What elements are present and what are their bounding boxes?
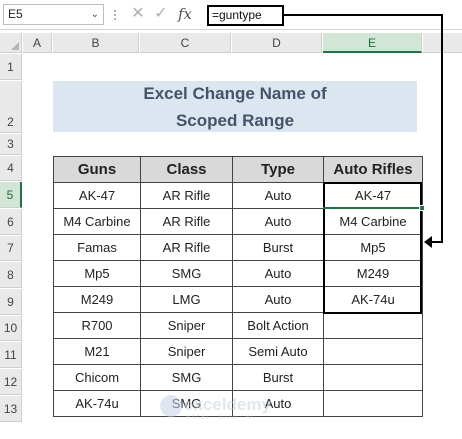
formula-text[interactable]: =guntype [207,5,284,26]
row-header-5[interactable]: 5 [0,182,22,208]
table-cell[interactable]: Auto [232,260,324,287]
table-cell[interactable]: AR Rifle [140,182,233,209]
row-header-4[interactable]: 4 [0,156,22,181]
select-all-triangle-icon [11,42,19,50]
header-guns[interactable]: Guns [53,156,141,183]
table-cell[interactable]: AR Rifle [140,234,233,261]
table-cell[interactable]: M4 Carbine [323,208,423,235]
column-header-d[interactable]: D [232,33,322,53]
table-row: Chicom SMG Burst [53,364,423,391]
table-cell[interactable] [323,364,423,391]
table-cell[interactable]: AK-47 [53,182,141,209]
fx-label: fx [178,5,193,23]
table-cell[interactable]: Auto [232,286,324,313]
name-box[interactable]: E5 ⌄ [3,4,104,25]
table-cell[interactable]: M21 [53,338,141,365]
table-cell[interactable]: LMG [140,286,233,313]
row-header-12[interactable]: 12 [0,369,22,395]
table-cell[interactable]: Bolt Action [232,312,324,339]
header-class[interactable]: Class [140,156,233,183]
table-cell[interactable]: Chicom [53,364,141,391]
table-cell[interactable]: Sniper [140,338,233,365]
arrow-head-icon [424,236,432,248]
table-row: M249 LMG Auto AK-74u [53,286,423,313]
table-cell[interactable]: Famas [53,234,141,261]
row-header-11[interactable]: 11 [0,342,22,368]
watermark-name: exceldemy [184,395,271,414]
column-header-e[interactable]: E [323,33,422,53]
enter-icon[interactable]: ✓ [151,3,171,25]
table-cell[interactable]: SMG [140,260,233,287]
table-cell[interactable]: AK-47 [323,182,423,209]
name-box-value: E5 [8,7,23,21]
title-line-2: Scoped Range [175,111,295,130]
table-header-row: Guns Class Type Auto Rifles [53,156,423,183]
table-cell[interactable]: M4 Carbine [53,208,141,235]
watermark-tagline: EXCEL · DATA · BI [186,415,254,421]
watermark: exceldemy EXCEL · DATA · BI [160,389,300,429]
row-header-6[interactable]: 6 [0,209,22,235]
table-cell[interactable] [323,338,423,365]
table-cell[interactable]: SMG [140,364,233,391]
table-cell[interactable]: Burst [232,364,324,391]
cancel-icon[interactable]: ✕ [128,3,148,25]
row-header-1[interactable]: 1 [0,54,22,80]
column-header-a[interactable]: A [23,33,52,53]
table-cell[interactable]: R700 [53,312,141,339]
drag-handle-icon[interactable] [112,8,118,22]
header-auto-rifles[interactable]: Auto Rifles [323,156,423,183]
table-row: Mp5 SMG Auto M249 [53,260,423,287]
insert-function-icon[interactable]: fx [178,3,192,25]
table-row: M21 Sniper Semi Auto [53,338,423,365]
table-cell[interactable]: Auto [232,182,324,209]
arrow-line-right [441,14,443,242]
table-cell[interactable]: Mp5 [53,260,141,287]
table-cell[interactable]: Burst [232,234,324,261]
table-cell[interactable] [323,312,423,339]
column-header-b[interactable]: B [53,33,139,53]
table-cell[interactable]: Sniper [140,312,233,339]
table-row: R700 Sniper Bolt Action [53,312,423,339]
sheet-title: Excel Change Name of Scoped Range [53,81,417,132]
fill-handle[interactable] [419,205,425,211]
table-row: Famas AR Rifle Burst Mp5 [53,234,423,261]
select-all-button[interactable] [0,33,22,53]
exceldemy-logo-icon [160,395,182,417]
table-cell[interactable]: Semi Auto [232,338,324,365]
gun-table: Guns Class Type Auto Rifles AK-47 AR Rif… [53,156,423,417]
cancel-glyph: ✕ [131,5,145,22]
table-row: M4 Carbine AR Rifle Auto M4 Carbine [53,208,423,235]
table-cell[interactable]: AK-74u [323,286,423,313]
column-header-c[interactable]: C [140,33,231,53]
row-header-10[interactable]: 10 [0,316,22,341]
table-cell[interactable]: AR Rifle [140,208,233,235]
row-header-2[interactable]: 2 [0,81,22,133]
table-cell[interactable]: M249 [323,260,423,287]
enter-glyph: ✓ [154,5,168,22]
row-header-3[interactable]: 3 [0,134,22,155]
table-cell[interactable]: Mp5 [323,234,423,261]
row-header-13[interactable]: 13 [0,396,22,422]
header-type[interactable]: Type [232,156,324,183]
table-row: AK-47 AR Rifle Auto AK-47 [53,182,423,209]
table-cell[interactable]: AK-74u [53,390,141,417]
row-header-7[interactable]: 7 [0,236,22,261]
title-line-1: Excel Change Name of [143,84,327,103]
row-header-9[interactable]: 9 [0,289,22,315]
table-cell[interactable] [323,390,423,417]
arrow-line-top [284,14,442,16]
chevron-down-icon[interactable]: ⌄ [91,5,99,24]
table-cell[interactable]: M249 [53,286,141,313]
row-header-8[interactable]: 8 [0,262,22,288]
table-cell[interactable]: Auto [232,208,324,235]
